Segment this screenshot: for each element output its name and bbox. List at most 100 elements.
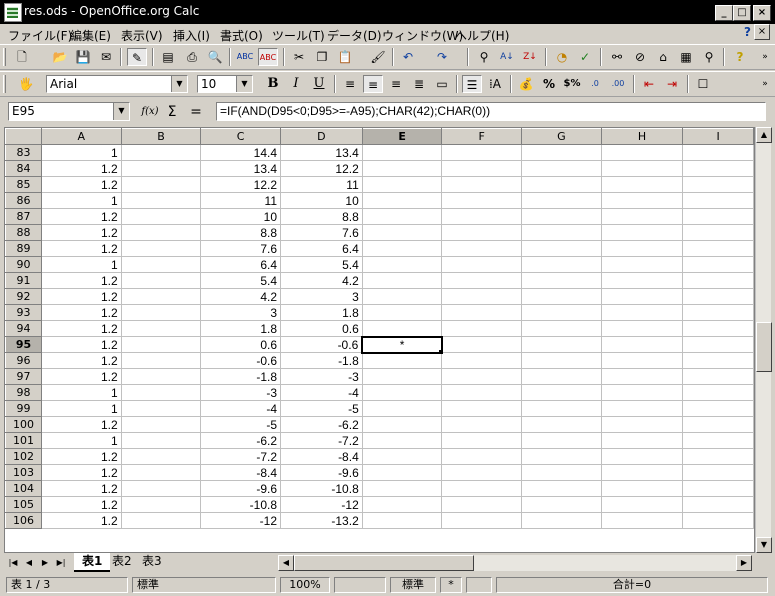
bold-button[interactable]: B [263,75,283,93]
cell-e96[interactable] [361,352,443,369]
cell-f104[interactable] [441,480,523,497]
cell-d103[interactable]: -9.6 [280,464,363,481]
cell-g105[interactable] [521,496,602,513]
cell-d97[interactable]: -3 [280,368,363,385]
cell-a105[interactable]: 1.2 [40,496,122,513]
cell-h83[interactable] [600,144,684,161]
cell-e92[interactable] [361,288,443,305]
cell-d88[interactable]: 7.6 [280,224,363,241]
cell-c90[interactable]: 6.4 [200,256,282,273]
cell-b99[interactable] [120,400,202,417]
cell-a89[interactable]: 1.2 [40,240,122,257]
cell-d92[interactable]: 3 [280,288,363,305]
scroll-up-button[interactable]: ▲ [756,127,772,143]
cell-i84[interactable] [682,160,754,177]
cell-i101[interactable] [682,432,754,449]
number-format-icon[interactable]: $% [562,75,582,93]
cell-a101[interactable]: 1 [40,432,122,449]
autospellcheck-icon[interactable]: ABC [258,48,278,66]
cell-c96[interactable]: -0.6 [200,352,282,369]
cell-b87[interactable] [120,208,202,225]
cell-e101[interactable] [361,432,443,449]
cell-b95[interactable] [120,336,202,353]
cell-b84[interactable] [120,160,202,177]
cell-a104[interactable]: 1.2 [40,480,122,497]
cell-f94[interactable] [441,320,523,337]
cell-c99[interactable]: -4 [200,400,282,417]
row-header[interactable]: 98 [5,384,42,401]
toolbar-grip[interactable] [3,75,6,93]
cell-h105[interactable] [600,496,684,513]
cell-f97[interactable] [441,368,523,385]
cell-b103[interactable] [120,464,202,481]
cell-d99[interactable]: -5 [280,400,363,417]
cell-h95[interactable] [600,336,684,353]
status-insert-mode[interactable] [334,577,386,593]
row-header[interactable]: 103 [5,464,42,481]
cell-h98[interactable] [600,384,684,401]
cell-c86[interactable]: 11 [200,192,282,209]
cell-a87[interactable]: 1.2 [40,208,122,225]
cell-g99[interactable] [521,400,602,417]
cell-a92[interactable]: 1.2 [40,288,122,305]
navigator-icon[interactable]: ⊘ [630,48,650,66]
align-right-icon[interactable]: ≡ [386,75,406,93]
cell-h106[interactable] [600,512,684,529]
cell-h101[interactable] [600,432,684,449]
column-header-c[interactable]: C [200,128,282,145]
chart-icon[interactable]: ◔ [552,48,572,66]
cell-i83[interactable] [682,144,754,161]
chevron-down-icon[interactable]: ▼ [113,103,129,120]
cell-g90[interactable] [521,256,602,273]
sum-icon[interactable]: Σ [162,103,182,121]
menu-data[interactable]: データ(D) [327,27,382,44]
cell-e87[interactable] [361,208,443,225]
cell-d94[interactable]: 0.6 [280,320,363,337]
row-header[interactable]: 94 [5,320,42,337]
underline-button[interactable]: U [309,75,329,93]
cell-d101[interactable]: -7.2 [280,432,363,449]
cell-f86[interactable] [441,192,523,209]
cell-a88[interactable]: 1.2 [40,224,122,241]
cell-f93[interactable] [441,304,523,321]
cell-e104[interactable] [361,480,443,497]
cell-f92[interactable] [441,288,523,305]
cell-g101[interactable] [521,432,602,449]
row-header[interactable]: 91 [5,272,42,289]
scroll-right-button[interactable]: ▶ [736,555,752,571]
cell-d87[interactable]: 8.8 [280,208,363,225]
cell-c103[interactable]: -8.4 [200,464,282,481]
cell-a94[interactable]: 1.2 [40,320,122,337]
merge-cells-icon[interactable]: ▭ [432,75,452,93]
cell-g104[interactable] [521,480,602,497]
cell-e83[interactable] [361,144,443,161]
cell-g91[interactable] [521,272,602,289]
cell-g96[interactable] [521,352,602,369]
new-document-icon[interactable]: 🗋 [12,48,32,66]
maximize-button[interactable]: □ [733,5,751,21]
menu-view[interactable]: 表示(V) [121,27,163,44]
cell-i99[interactable] [682,400,754,417]
column-header-e[interactable]: E [361,128,443,145]
cell-i106[interactable] [682,512,754,529]
cell-c88[interactable]: 8.8 [200,224,282,241]
vertical-scroll-thumb[interactable] [756,322,772,372]
cell-e102[interactable] [361,448,443,465]
spellcheck-icon[interactable]: ABC [235,48,255,66]
cell-c98[interactable]: -3 [200,384,282,401]
menu-edit[interactable]: 編集(E) [70,27,111,44]
cell-d98[interactable]: -4 [280,384,363,401]
menu-tools[interactable]: ツール(T) [272,27,325,44]
cell-e95[interactable]: * [361,335,443,354]
cell-a84[interactable]: 1.2 [40,160,122,177]
calc-app-icon[interactable] [4,3,22,22]
cell-i105[interactable] [682,496,754,513]
cell-a99[interactable]: 1 [40,400,122,417]
cell-h88[interactable] [600,224,684,241]
cell-i97[interactable] [682,368,754,385]
row-header[interactable]: 88 [5,224,42,241]
vertical-scrollbar[interactable]: ▲ ▼ [755,127,772,553]
column-header-a[interactable]: A [40,128,122,145]
cell-c91[interactable]: 5.4 [200,272,282,289]
data-sources-icon[interactable]: ▦ [676,48,696,66]
